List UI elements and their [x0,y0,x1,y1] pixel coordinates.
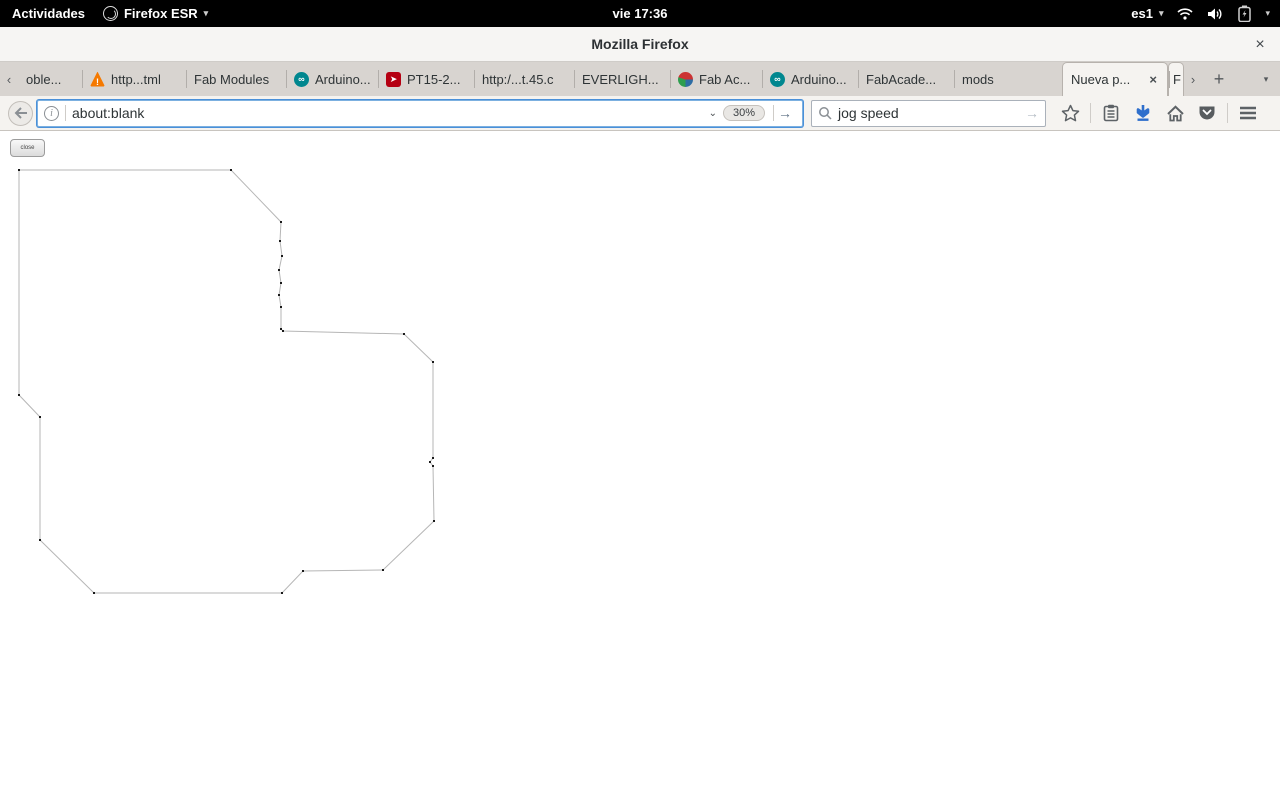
tab-label: Arduino... [315,71,371,87]
tab-label: EVERLIGH... [582,71,659,87]
window-title-bar: Mozilla Firefox × [0,27,1280,62]
fabacademy-favicon-icon [678,71,693,87]
menu-button[interactable] [1234,99,1262,127]
home-button[interactable] [1161,99,1189,127]
arduino-favicon-icon: ∞ [770,71,785,87]
chevron-down-icon: ▾ [1158,8,1164,18]
search-go-button[interactable]: → [1025,105,1039,121]
tab-arduino[interactable]: ∞ Arduino... [286,62,378,96]
divider [1090,103,1091,123]
go-button[interactable]: → [773,105,796,121]
tab-label: FabAcade... [866,71,937,87]
toolpath-outline-drawing [18,169,435,594]
tab-label: http...tml [111,71,161,87]
search-bar[interactable]: jog speed → [811,99,1046,127]
page-info-icon[interactable]: i [44,105,59,121]
tab-arduino[interactable]: ∞ Arduino... [762,62,858,96]
list-all-tabs-button[interactable]: ▾ [1252,62,1280,96]
pocket-icon [1199,106,1215,120]
tab-nueva-p[interactable]: Nueva p... × [1062,62,1168,96]
tab-fabacade[interactable]: FabAcade... [858,62,954,96]
tab-f[interactable]: F [1168,62,1184,96]
tab-label: mods [962,71,994,87]
activities-button[interactable]: Actividades [12,6,85,21]
divider [65,105,66,121]
tab-http-tml[interactable]: ! http...tml [82,62,186,96]
tab-strip: ‹ oble...! http...tml Fab Modules ∞ Arduino..… [0,62,1280,96]
tab-everligh[interactable]: EVERLIGH... [574,62,670,96]
navigation-toolbar: i about:blank ⌄ 30% → jog speed → [0,96,1280,131]
warning-favicon-icon: ! [90,71,105,87]
page-content: close [0,131,1280,800]
system-menu-chevron-icon[interactable]: ▾ [1265,8,1270,19]
divider [1227,103,1228,123]
back-button[interactable] [8,100,33,126]
star-icon [1061,104,1079,122]
search-icon [819,107,832,120]
tab-http-t-45-c[interactable]: http:/...t.45.c [474,62,574,96]
clipboard-icon [1103,104,1119,122]
bookmark-star-button[interactable] [1056,99,1084,127]
bookmarks-menu-button[interactable] [1097,99,1125,127]
tab-close-icon[interactable]: × [1147,72,1159,87]
tab-label: http:/...t.45.c [482,71,554,87]
tab-label: oble... [26,71,62,87]
gnome-top-bar: Actividades Firefox ESR ▾ vie 17:36 es1 … [0,0,1280,27]
tab-oble[interactable]: oble... [18,62,82,96]
zoom-level-badge[interactable]: 30% [722,105,765,121]
tab-pt15-2[interactable]: ➤ PT15-2... [378,62,474,96]
arduino-favicon-icon: ∞ [294,71,309,87]
back-arrow-icon [14,107,27,119]
tab-mods[interactable]: mods [954,62,1062,96]
tab-fab-modules[interactable]: Fab Modules [186,62,286,96]
wifi-icon [1177,7,1194,21]
url-input[interactable]: about:blank [72,105,703,121]
firefox-icon [102,6,118,21]
url-bar[interactable]: i about:blank ⌄ 30% → [37,99,803,127]
tab-fab-ac[interactable]: Fab Ac... [670,62,762,96]
tab-label: Arduino... [791,71,847,87]
tab-label: Nueva p... [1071,72,1131,87]
chevron-down-icon: ▾ [203,8,209,18]
volume-icon [1207,7,1224,21]
hamburger-icon [1240,106,1256,120]
download-arrow-icon [1136,105,1150,121]
new-tab-button[interactable]: + [1202,62,1236,96]
downloads-button[interactable] [1129,99,1157,127]
keyboard-layout-button[interactable]: es1 ▾ [1131,6,1163,21]
battery-icon [1238,5,1252,22]
search-input[interactable]: jog speed [838,105,1025,121]
app-menu-button[interactable]: Firefox ESR ▾ [102,6,209,21]
tab-label: PT15-2... [407,71,461,87]
tab-scroll-right-button[interactable]: › [1184,62,1202,96]
tab-scroll-left-button[interactable]: ‹ [0,62,18,96]
home-icon [1166,104,1184,121]
tab-label: Fab Ac... [699,71,751,87]
pocket-button[interactable] [1193,99,1221,127]
tab-label: Fab Modules [194,71,270,87]
keyboard-layout-label: es1 [1131,6,1153,21]
url-dropdown-icon[interactable]: ⌄ [703,108,723,119]
window-title: Mozilla Firefox [591,36,689,52]
tab-label: F [1173,72,1181,87]
pt15-favicon-icon: ➤ [386,71,401,87]
app-menu-label: Firefox ESR [123,6,198,21]
window-close-button[interactable]: × [1250,35,1270,55]
